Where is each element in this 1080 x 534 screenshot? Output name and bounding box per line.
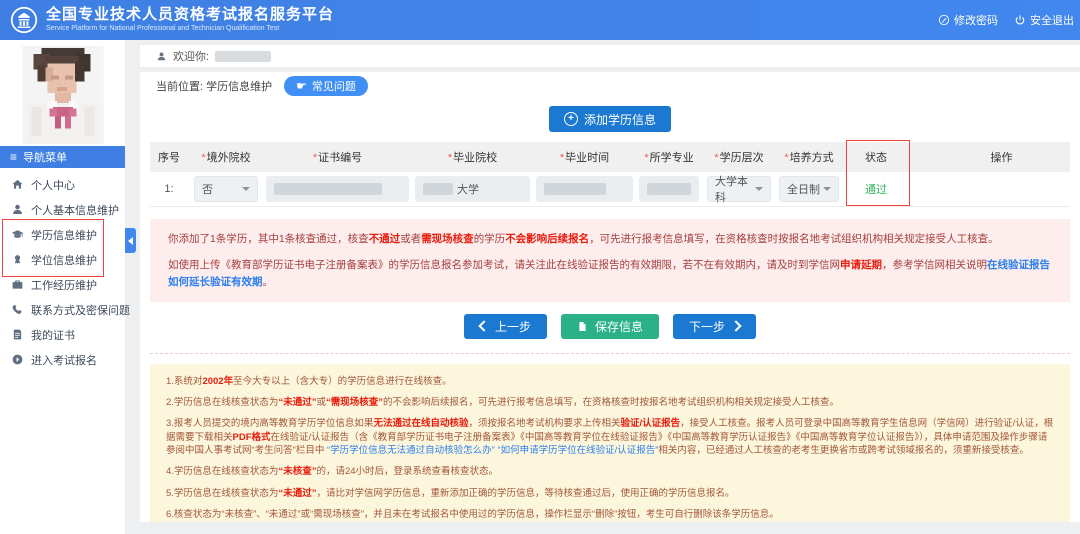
chevron-down-icon [242, 187, 250, 191]
status-badge: 通过 [849, 181, 903, 197]
content-card: 当前位置: 学历信息维护 ☛ 常见问题 + 添加学历信息 序号 *境外院校 *证… [140, 72, 1080, 522]
yellow-notice: 1.系统对2002年至今大专以上（含大专）的学历信息进行在线核查。 2.学历信息… [150, 364, 1070, 522]
medal-icon [11, 253, 24, 266]
chevron-left-icon [478, 321, 489, 332]
redacted-text [423, 183, 453, 195]
plus-icon: + [564, 112, 578, 126]
breadcrumb: 当前位置: 学历信息维护 [156, 78, 272, 94]
notice-item: 3.报考人员提交的境内高等教育学历学位信息如果无法通过在线自动核验，须按报名地考… [166, 417, 1054, 457]
graduation-cap-icon [11, 228, 24, 241]
notice-line: 如使用上传《教育部学历证书电子注册备案表》的学历信息报名参加考试，请关注此在线验… [168, 257, 1052, 290]
sidebar-item-enter-registration[interactable]: 进入考试报名 [0, 347, 125, 372]
column-header: 状态 [849, 149, 903, 165]
sidebar-item-education-info[interactable]: 学历信息维护 [0, 222, 125, 247]
action-buttons: 上一步 保存信息 下一步 [140, 314, 1080, 339]
notice-item: 6.核查状态为“未核查”、“未通过”或“需现场核查”，并且未在考试报名中使用过的… [166, 508, 1054, 521]
enter-icon [11, 353, 24, 366]
sidebar-item-my-certificates[interactable]: 我的证书 [0, 322, 125, 347]
sidebar-item-label: 个人中心 [31, 177, 75, 193]
column-header: *学历层次 [707, 149, 771, 165]
sidebar-item-label: 学历信息维护 [31, 227, 97, 243]
redacted-text [544, 183, 606, 195]
page-title: 全国专业技术人员资格考试报名服务平台 [46, 7, 334, 24]
user-icon [156, 51, 167, 62]
previous-step-button[interactable]: 上一步 [464, 314, 547, 339]
redacted-username [215, 51, 271, 62]
document-icon [577, 321, 588, 332]
sidebar-item-label: 我的证书 [31, 327, 75, 343]
save-info-button[interactable]: 保存信息 [561, 314, 659, 339]
phone-icon [11, 303, 24, 316]
platform-logo-icon [10, 6, 38, 34]
sidebar-item-label: 学位信息维护 [31, 252, 97, 268]
briefcase-icon [11, 278, 24, 291]
user-icon [11, 203, 24, 216]
welcome-label: 欢迎你: [173, 48, 209, 64]
sidebar-item-label: 个人基本信息维护 [31, 202, 119, 218]
major-input[interactable] [639, 176, 699, 202]
sidebar-item-contact-security[interactable]: 联系方式及密保问题 [0, 297, 125, 322]
column-header: 序号 [150, 149, 188, 165]
education-table: 序号 *境外院校 *证书编号 *毕业院校 *毕业时间 *所学专业 *学历层次 *… [150, 142, 1070, 207]
breadcrumb-row: 当前位置: 学历信息维护 ☛ 常见问题 [140, 72, 1080, 100]
table-header-row: 序号 *境外院校 *证书编号 *毕业院校 *毕业时间 *所学专业 *学历层次 *… [150, 142, 1070, 172]
pink-notice: 你添加了1条学历，其中1条核查通过，核查不通过或者需现场核查的学历不会影响后续报… [150, 219, 1070, 302]
sidebar-collapse-handle[interactable] [125, 228, 136, 253]
edit-circle-icon [938, 14, 950, 26]
notice-line: 你添加了1条学历，其中1条核查通过，核查不通过或者需现场核查的学历不会影响后续报… [168, 231, 1052, 247]
sidebar-item-basic-info[interactable]: 个人基本信息维护 [0, 197, 125, 222]
notice-item: 5.学历信息在线核查状态为“未通过”，请比对学信网学历信息，重新添加正确的学历信… [166, 487, 1054, 500]
sidebar-item-personal-center[interactable]: 个人中心 [0, 172, 125, 197]
next-step-button[interactable]: 下一步 [673, 314, 756, 339]
table-row: 1: 否 大学 大学本科 全日制 通过 [150, 172, 1070, 207]
nav-menu-header: ≡ 导航菜单 [0, 146, 125, 168]
notice-item: 4.学历信息在线核查状态为“未核查”的，请24小时后，登录系统查看核查状态。 [166, 465, 1054, 478]
column-header: *证书编号 [266, 149, 409, 165]
graduation-date-input[interactable] [536, 176, 633, 202]
column-header: *毕业院校 [415, 149, 530, 165]
certificate-icon [11, 328, 24, 341]
dashed-divider [150, 353, 1070, 354]
column-header: *培养方式 [779, 149, 839, 165]
notice-item: 1.系统对2002年至今大专以上（含大专）的学历信息进行在线核查。 [166, 375, 1054, 388]
row-index: 1: [150, 183, 188, 195]
training-mode-select[interactable]: 全日制 [779, 176, 839, 202]
chevron-down-icon [755, 187, 763, 191]
pointing-hand-icon: ☛ [296, 80, 307, 92]
home-icon [11, 178, 24, 191]
faq-button[interactable]: ☛ 常见问题 [284, 76, 368, 96]
column-header: 操作 [933, 149, 1070, 165]
sidebar-menu: 个人中心 个人基本信息维护 学历信息维护 学位信息维护 工作经历维护 联系方式及… [0, 168, 125, 372]
top-header: 全国专业技术人员资格考试报名服务平台 Service Platform for … [0, 0, 1080, 40]
sidebar-item-label: 进入考试报名 [31, 352, 97, 368]
welcome-bar: 欢迎你: [140, 45, 1080, 67]
redacted-text [274, 183, 382, 195]
sidebar-item-degree-info[interactable]: 学位信息维护 [0, 247, 125, 272]
change-password-link[interactable]: 修改密码 [938, 12, 998, 28]
page-subtitle: Service Platform for National Profession… [46, 25, 334, 33]
chevron-right-icon [730, 321, 741, 332]
degree-level-select[interactable]: 大学本科 [707, 176, 771, 202]
add-education-button[interactable]: + 添加学历信息 [549, 106, 671, 132]
sidebar-item-label: 联系方式及密保问题 [31, 302, 130, 318]
chevron-left-icon [128, 237, 133, 245]
profile-photo [22, 46, 104, 144]
redacted-text [647, 183, 691, 195]
notice-item: 2.学历信息在线核查状态为“未通过”或“需现场核查”的不会影响后续报名，可先进行… [166, 396, 1054, 409]
logout-link[interactable]: 安全退出 [1014, 12, 1074, 28]
hamburger-icon: ≡ [10, 151, 17, 163]
column-header: *毕业时间 [536, 149, 633, 165]
sidebar: ≡ 导航菜单 个人中心 个人基本信息维护 学历信息维护 学位信息维护 工作经历维… [0, 40, 125, 534]
graduation-school-input[interactable]: 大学 [415, 176, 530, 202]
chevron-down-icon [823, 187, 831, 191]
column-header: *所学专业 [639, 149, 699, 165]
sidebar-item-work-experience[interactable]: 工作经历维护 [0, 272, 125, 297]
power-icon [1014, 14, 1026, 26]
sidebar-item-label: 工作经历维护 [31, 277, 97, 293]
overseas-school-select[interactable]: 否 [194, 176, 258, 202]
certificate-number-input[interactable] [266, 176, 409, 202]
column-header: *境外院校 [194, 149, 258, 165]
